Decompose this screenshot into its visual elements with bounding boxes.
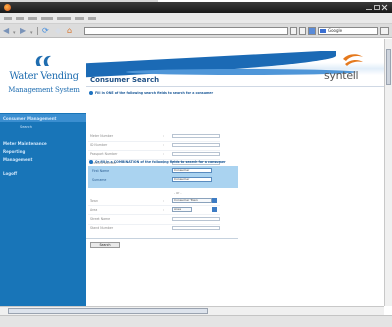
sidebar-item-consumer-management[interactable]: Consumer Management: [3, 116, 56, 121]
address-bar[interactable]: [84, 27, 288, 35]
syntell-swirl-icon: [343, 54, 363, 66]
search-engine-label: Google: [328, 28, 343, 33]
row-divider: [88, 214, 220, 215]
sidebar-item-reporting[interactable]: Reporting: [3, 149, 25, 154]
google-icon: [320, 29, 326, 33]
first-name-label: First Name: [92, 169, 110, 173]
maximize-icon[interactable]: [374, 5, 380, 10]
form-bottom-divider: [86, 238, 238, 239]
row-divider: [88, 150, 220, 151]
hint-combination-search: Or fill in a COMBINATION of the followin…: [89, 160, 226, 164]
hint-combination-text: Or fill in a COMBINATION of the followin…: [95, 160, 226, 164]
sidebar-subitem-search[interactable]: Search: [20, 125, 32, 129]
app-name: Water Vending: [9, 71, 79, 82]
water-drop-logo-icon: [35, 55, 51, 66]
first-name-input[interactable]: Consumer: [172, 168, 212, 173]
navigation-toolbar: ◀ ▾ ▶ ▾ ⟳ ◆ ⌂ Google: [0, 24, 392, 38]
title-divider: [86, 86, 384, 87]
row-divider: [88, 224, 220, 225]
forward-icon[interactable]: ▶: [20, 27, 26, 35]
hint-single-search: Fill in ONE of the following search fiel…: [89, 91, 213, 95]
page-title: Consumer Search: [90, 76, 160, 84]
forward-dropdown-icon[interactable]: ▾: [30, 29, 33, 37]
stop-icon[interactable]: ◆: [55, 27, 61, 35]
reload-icon[interactable]: ⟳: [42, 27, 49, 35]
or-separator: - or -: [174, 191, 182, 195]
combination-fields-panel: First Name Consumer Surname Consumer: [88, 166, 238, 188]
browser-app-icon: [4, 4, 11, 11]
street-name-input[interactable]: [172, 217, 220, 221]
field-label: ID Number: [90, 143, 108, 147]
app-subtitle: Management System: [8, 86, 80, 94]
row-divider: [88, 141, 220, 142]
menu-item-bookmarks[interactable]: [57, 17, 71, 20]
web-page: Water Vending Management System Consumer…: [0, 39, 384, 306]
menu-item-view[interactable]: [28, 17, 37, 20]
field-colon: :: [163, 199, 165, 203]
vertical-scroll-thumb[interactable]: [386, 49, 391, 85]
close-icon[interactable]: [382, 5, 388, 10]
vertical-scrollbar[interactable]: [384, 39, 392, 306]
toolbar-separator: [37, 27, 38, 35]
search-go-button[interactable]: [380, 27, 389, 35]
field-colon: :: [163, 208, 165, 212]
field-colon: :: [163, 152, 165, 156]
home-icon[interactable]: ⌂: [67, 27, 72, 35]
menu-item-file[interactable]: [4, 17, 12, 20]
sidebar-item-management[interactable]: Management: [3, 157, 32, 162]
status-bar: [0, 315, 392, 327]
back-icon[interactable]: ◀: [3, 27, 9, 35]
search-field[interactable]: Google: [318, 27, 378, 35]
info-icon: [89, 91, 93, 95]
hint-single-text: Fill in ONE of the following search fiel…: [95, 91, 214, 95]
passport-number-input[interactable]: [172, 152, 220, 156]
horizontal-scroll-thumb[interactable]: [8, 308, 208, 314]
surname-label: Surname: [92, 178, 107, 182]
id-number-input[interactable]: [172, 143, 220, 147]
go-button[interactable]: [299, 27, 306, 35]
sidebar-item-meter-maintenance[interactable]: Meter Maintenance: [3, 141, 47, 146]
field-colon: :: [163, 134, 165, 138]
area-select[interactable]: Area: [172, 207, 192, 212]
field-label: Street Name: [90, 217, 111, 221]
brand-name: syntell: [324, 69, 359, 82]
back-dropdown-icon[interactable]: ▾: [13, 29, 16, 37]
brand-logo: syntell: [322, 51, 384, 83]
row-divider: [88, 205, 220, 206]
search-engine-icon[interactable]: [308, 27, 316, 35]
chevron-down-icon[interactable]: [212, 198, 217, 203]
menu-item-tools[interactable]: [75, 17, 84, 20]
chevron-down-icon[interactable]: [212, 207, 217, 212]
meter-number-input[interactable]: [172, 134, 220, 138]
menu-item-edit[interactable]: [16, 17, 24, 20]
app-logo-area: Water Vending Management System: [0, 51, 86, 113]
menu-item-history[interactable]: [41, 17, 53, 20]
search-button[interactable]: Search: [90, 242, 120, 248]
field-label: Town: [90, 199, 98, 203]
field-colon: :: [163, 143, 165, 147]
field-label: Passport Number: [90, 152, 118, 156]
menu-item-help[interactable]: [88, 17, 96, 20]
town-select[interactable]: Consumer Town: [172, 198, 212, 203]
surname-input[interactable]: Consumer: [172, 177, 212, 182]
stand-number-input[interactable]: [172, 226, 220, 230]
sidebar-item-logoff[interactable]: Logoff: [3, 171, 17, 176]
field-label: Stand Number: [90, 226, 114, 230]
minimize-icon[interactable]: [366, 5, 372, 10]
browser-menubar: [0, 13, 392, 24]
field-label: Meter Number: [90, 134, 114, 138]
field-label: Area: [90, 208, 98, 212]
browser-titlebar: [0, 2, 392, 13]
horizontal-scrollbar[interactable]: [0, 306, 384, 315]
bookmark-page-icon[interactable]: [290, 27, 297, 35]
sidebar: Consumer Management Search Meter Mainten…: [0, 113, 86, 306]
info-icon: [89, 160, 93, 164]
